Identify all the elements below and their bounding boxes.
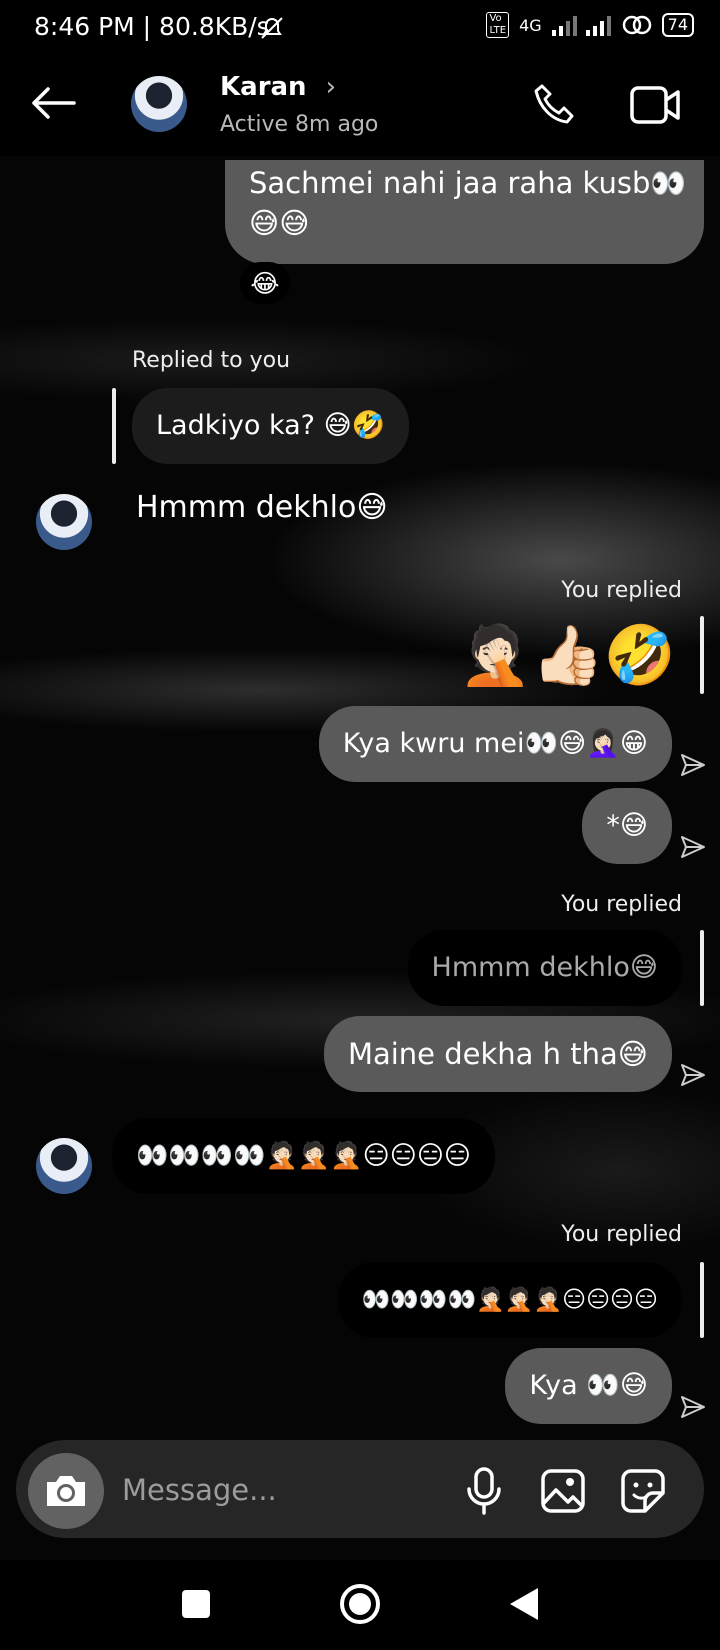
contact-name[interactable]: Karan › [220,72,336,102]
message-input[interactable] [120,1466,424,1514]
emoji-message[interactable]: 🤦🏻👍🏻🤣 [459,620,676,690]
contact-avatar[interactable] [131,76,187,132]
reply-quote-bar [112,388,116,464]
microphone-icon[interactable] [464,1466,504,1516]
bell-off-icon [261,17,283,39]
message-text: Sachmei nahi jaa raha kusb👀 [249,166,687,200]
reply-label: You replied [561,578,682,603]
quoted-message[interactable]: Ladkiyo ka? 😅🤣 [132,388,410,464]
message-bubble-received[interactable]: 👀👀👀👀🤦🏻🤦🏻🤦🏻😑😑😑😑 [112,1118,496,1194]
reply-quote-bar [700,616,704,694]
sent-icon [681,836,705,858]
video-call-icon[interactable] [630,84,682,126]
quoted-message[interactable]: 👀👀👀👀🤦🏻🤦🏻🤦🏻😑😑😑😑 [337,1262,682,1338]
hotspot-icon [622,15,651,35]
sent-icon [681,1064,705,1086]
sender-avatar[interactable] [36,1138,92,1194]
back-button[interactable] [508,1586,540,1622]
reaction-badge[interactable]: 😂 [240,262,290,304]
chevron-right-icon: › [325,72,337,102]
camera-button[interactable] [28,1453,104,1529]
phone-call-icon[interactable] [532,82,578,128]
reply-label: You replied [561,1222,682,1247]
reply-quote-bar [700,1262,704,1338]
battery-indicator: 74 [661,13,694,37]
quoted-message[interactable]: Hmmm dekhlo😅 [407,930,682,1006]
recent-apps-button[interactable] [182,1590,210,1618]
back-arrow-icon[interactable] [30,86,76,120]
reply-label: Replied to you [132,348,291,373]
network-type: 4G [519,15,542,35]
chat-header [0,56,720,156]
sender-avatar[interactable] [36,494,92,550]
status-time: 8:46 PM | 80.8KB/s [34,12,270,41]
volte-icon: Vo LTE [486,12,510,38]
message-text: 😅😅 [249,206,310,240]
message-bubble-sent[interactable]: Kya kwru mei👀😅🤦🏻‍♀️😁 [318,706,672,782]
message-bubble-sent[interactable]: Kya 👀😅 [505,1348,672,1424]
sent-icon [681,754,705,776]
status-icons: Vo LTE 4G 74 [486,12,694,38]
camera-icon [47,1476,85,1506]
sticker-icon[interactable] [620,1468,666,1514]
message-bubble-sent[interactable]: Sachmei nahi jaa raha kusb👀 😅😅 [225,160,704,264]
message-bubble-sent[interactable]: Maine dekha h tha😅 [323,1016,672,1092]
signal-icon [551,16,611,36]
contact-status: Active 8m ago [220,112,379,137]
reply-label: You replied [561,892,682,917]
reply-quote-bar [700,930,704,1006]
gallery-icon[interactable] [540,1468,586,1514]
sent-icon [681,1396,705,1418]
message-bubble-sent[interactable]: *😅 [582,788,672,864]
message-text-received[interactable]: Hmmm dekhlo😅 [136,490,388,525]
home-button[interactable] [338,1582,382,1626]
